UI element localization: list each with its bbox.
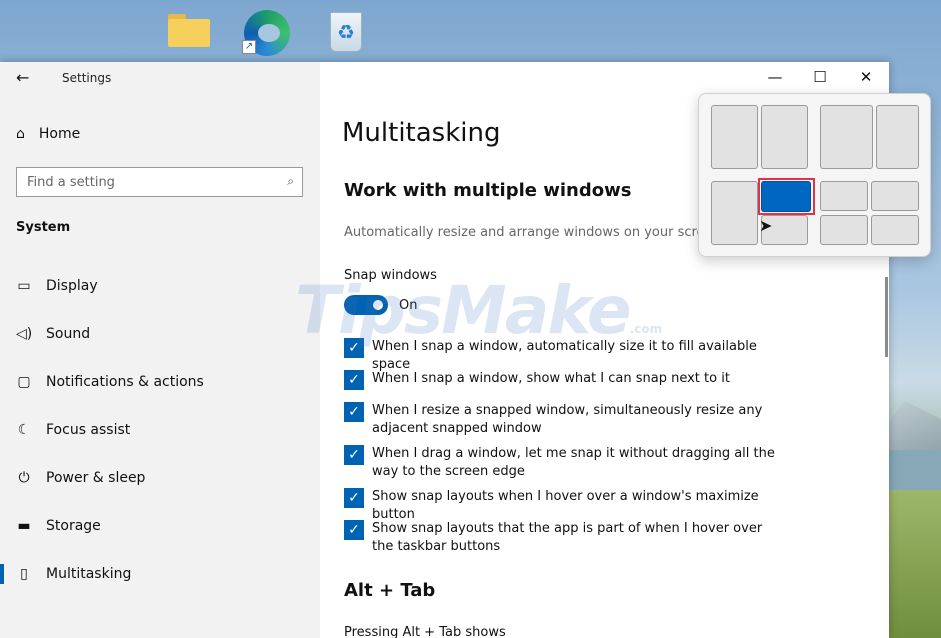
multitasking-icon: ▯ xyxy=(20,566,28,582)
checkbox-checked[interactable]: ✓ xyxy=(344,488,364,508)
checkbox-row[interactable]: ✓ When I resize a snapped window, simult… xyxy=(344,402,784,438)
section-heading-alt-tab: Alt + Tab xyxy=(344,580,436,601)
checkbox-label: Show snap layouts when I hover over a wi… xyxy=(372,489,759,522)
checkbox-row[interactable]: ✓ Show snap layouts that the app is part… xyxy=(344,520,784,556)
sidebar-item-sound[interactable]: ◁) Sound xyxy=(0,310,320,358)
section-heading-multiple-windows: Work with multiple windows xyxy=(344,180,632,201)
watermark-text: TipsMake xyxy=(295,272,632,349)
notification-icon: ▢ xyxy=(17,374,31,390)
checkbox-checked[interactable]: ✓ xyxy=(344,402,364,422)
power-icon: ⏻ xyxy=(18,470,30,486)
sidebar-item-label: Multitasking xyxy=(46,566,132,582)
scrollbar-thumb[interactable] xyxy=(885,277,888,357)
snap-zone[interactable] xyxy=(871,215,919,245)
speaker-icon: ◁) xyxy=(16,326,33,342)
checkbox-checked[interactable]: ✓ xyxy=(344,445,364,465)
sidebar-item-power-sleep[interactable]: ⏻ Power & sleep xyxy=(0,454,320,502)
selection-highlight xyxy=(758,178,815,215)
sidebar-item-display[interactable]: ▭ Display xyxy=(0,262,320,310)
sidebar-item-focus-assist[interactable]: ☾ Focus assist xyxy=(0,406,320,454)
sidebar-item-label: Storage xyxy=(46,518,101,534)
snap-zone[interactable] xyxy=(876,105,919,169)
sidebar-item-label: Display xyxy=(46,278,98,294)
home-label: Home xyxy=(38,126,81,142)
section-description: Automatically resize and arrange windows… xyxy=(344,225,721,240)
mouse-pointer-icon: ➤ xyxy=(759,216,773,235)
sidebar: ← Settings ⌂ Home ⌕ System ▭ Display ◁) … xyxy=(0,62,320,638)
maximize-icon[interactable]: ☐ xyxy=(805,68,835,86)
snap-zone[interactable] xyxy=(711,181,758,245)
sidebar-item-storage[interactable]: ▬ Storage xyxy=(0,502,320,550)
snap-zone[interactable] xyxy=(820,215,868,245)
sidebar-item-label: Focus assist xyxy=(46,422,131,438)
snap-layouts-flyout: ➤ xyxy=(698,93,931,257)
checkbox-row[interactable]: ✓ When I snap a window, show what I can … xyxy=(344,370,784,390)
alt-tab-label: Pressing Alt + Tab shows xyxy=(344,625,506,638)
snap-zone[interactable] xyxy=(820,105,873,169)
page-title: Multitasking xyxy=(342,118,501,148)
wallpaper-lake xyxy=(881,450,941,490)
checkbox-row[interactable]: ✓ When I drag a window, let me snap it w… xyxy=(344,445,784,481)
sidebar-item-label: Power & sleep xyxy=(46,470,146,486)
snap-zone[interactable] xyxy=(871,181,919,211)
display-icon: ▭ xyxy=(17,278,31,294)
wallpaper-field xyxy=(881,490,941,638)
edge-browser-icon[interactable]: ↗ xyxy=(240,10,290,56)
app-title: Settings xyxy=(62,71,112,85)
section-heading-system: System xyxy=(16,220,71,235)
sidebar-item-label: Notifications & actions xyxy=(46,374,204,390)
search-input[interactable] xyxy=(17,168,267,196)
snap-zone[interactable] xyxy=(761,105,808,169)
storage-icon: ▬ xyxy=(17,518,31,534)
sidebar-item-notifications[interactable]: ▢ Notifications & actions xyxy=(0,358,320,406)
checkbox-checked[interactable]: ✓ xyxy=(344,370,364,390)
checkbox-row[interactable]: ✓ Show snap layouts when I hover over a … xyxy=(344,488,784,524)
home-nav-item[interactable]: ⌂ Home xyxy=(16,126,80,142)
close-icon[interactable]: ✕ xyxy=(851,68,881,86)
watermark-suffix: .com xyxy=(629,322,663,336)
home-icon: ⌂ xyxy=(16,126,25,142)
snap-zone[interactable] xyxy=(711,105,758,169)
search-box[interactable]: ⌕ xyxy=(16,167,303,197)
search-icon[interactable]: ⌕ xyxy=(287,174,294,189)
recycle-bin-icon[interactable]: ♻ xyxy=(326,10,376,56)
moon-icon: ☾ xyxy=(17,422,31,438)
folder-icon[interactable] xyxy=(166,10,216,56)
checkbox-checked[interactable]: ✓ xyxy=(344,520,364,540)
watermark: TipsMake.com xyxy=(295,272,662,349)
checkbox-label: When I snap a window, show what I can sn… xyxy=(372,371,730,386)
checkbox-label: When I drag a window, let me snap it wit… xyxy=(372,446,775,479)
checkbox-label: When I resize a snapped window, simultan… xyxy=(372,403,763,436)
sidebar-nav: ▭ Display ◁) Sound ▢ Notifications & act… xyxy=(0,262,320,598)
sidebar-item-multitasking[interactable]: ▯ Multitasking xyxy=(0,550,320,598)
snap-zone[interactable] xyxy=(820,181,868,211)
sidebar-item-label: Sound xyxy=(46,326,91,342)
back-arrow-icon[interactable]: ← xyxy=(16,68,29,87)
checkbox-label: Show snap layouts that the app is part o… xyxy=(372,521,763,554)
minimize-icon[interactable]: — xyxy=(760,68,790,86)
